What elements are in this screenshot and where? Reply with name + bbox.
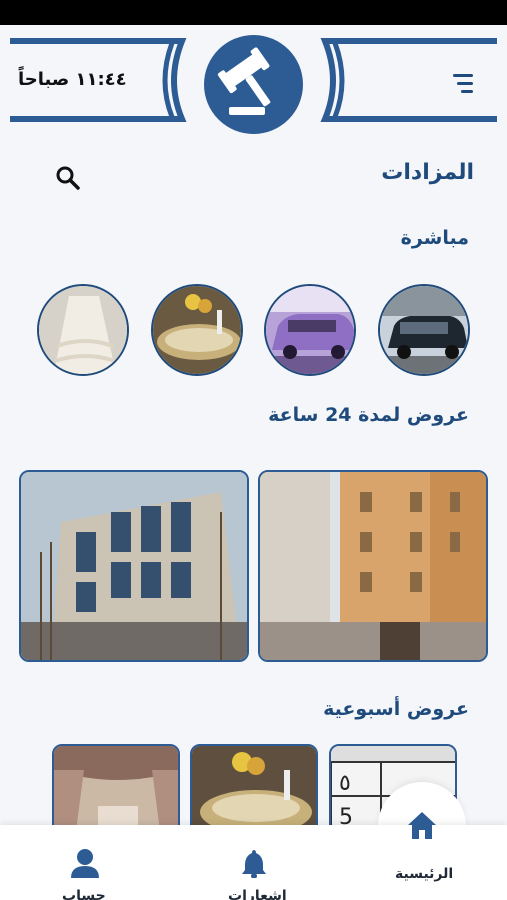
glass-building-image [21,472,247,660]
home-tab[interactable] [405,808,439,842]
search-icon [56,166,80,190]
home-icon [408,812,436,839]
live-item-decor-table[interactable] [151,284,243,376]
black-suv-image [380,286,468,374]
purple-suv-image [266,286,354,374]
account-tab[interactable] [70,848,100,878]
auctions-title: المزادات [381,160,474,185]
user-icon [71,849,99,878]
auction-logo [204,35,303,134]
svg-text:٥: ٥ [339,771,351,796]
offers-24h-title: عروض لمدة 24 ساعة [268,404,469,426]
menu-line [461,90,473,93]
menu-line [457,82,473,85]
menu-button[interactable] [450,72,476,96]
search-button[interactable] [55,165,81,191]
live-title: مباشرة [400,227,469,249]
offer-card-glass-building[interactable] [19,470,249,662]
gavel-icon [217,47,271,115]
bell-icon [242,850,266,879]
time-display: ١١:٤٤ صباحاً [18,69,127,90]
menu-line [453,74,473,77]
home-tab-label[interactable]: الرئيسية [395,866,453,882]
offer-card-apartment-building[interactable] [258,470,488,662]
decor-table-image [153,286,241,374]
weekly-title: عروض أسبوعية [323,698,469,720]
apartment-building-image [260,472,486,660]
notifications-tab[interactable] [240,848,268,879]
status-bar [0,0,507,25]
account-tab-label[interactable]: حساب [62,888,106,900]
live-item-white-dress[interactable] [37,284,129,376]
white-dress-image [39,286,127,374]
notifications-tab-label[interactable]: اشعارات [228,888,287,900]
header: ١١:٤٤ صباحاً [0,25,507,145]
live-item-purple-suv[interactable] [264,284,356,376]
live-item-black-suv[interactable] [378,284,470,376]
